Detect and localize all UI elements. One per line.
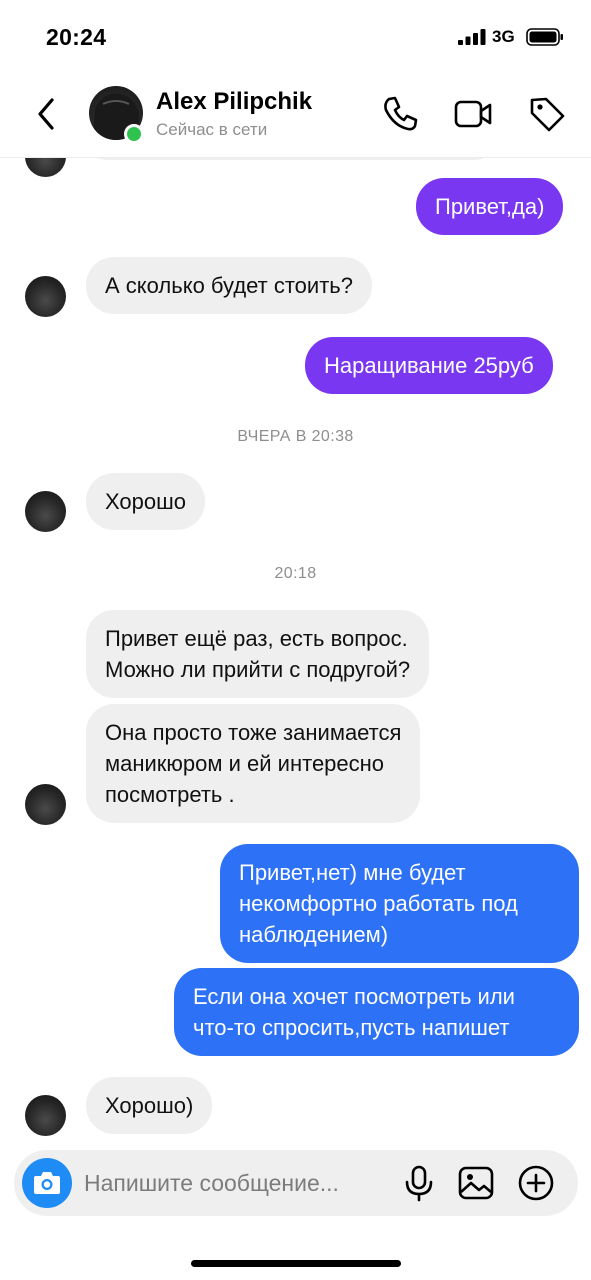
message-line: посмотреть .: [105, 782, 235, 807]
contact-mini-avatar[interactable]: [25, 1095, 66, 1136]
message-list[interactable]: Привет,да) А сколько будет стоить? Наращ…: [0, 158, 591, 1148]
message-incoming[interactable]: Привет ещё раз, есть вопрос. Можно ли пр…: [86, 610, 430, 698]
timestamp-divider: 20:18: [274, 565, 317, 582]
back-chevron-icon[interactable]: [30, 94, 64, 134]
message-incoming[interactable]: Хорошо): [86, 1077, 213, 1134]
message-text: Хорошо): [105, 1093, 194, 1118]
message-line: маникюром и ей интересно: [105, 751, 385, 776]
camera-button[interactable]: [22, 1158, 72, 1208]
signal-icon: [458, 29, 486, 45]
message-outgoing[interactable]: Привет,нет) мне будет некомфортно работа…: [220, 844, 579, 963]
microphone-icon[interactable]: [400, 1164, 438, 1202]
message-line: Привет ещё раз, есть вопрос.: [105, 626, 408, 651]
message-composer: [14, 1150, 578, 1216]
contact-mini-avatar[interactable]: [25, 491, 66, 532]
message-input[interactable]: [84, 1166, 384, 1200]
message-incoming[interactable]: Она просто тоже занимается маникюром и е…: [86, 704, 421, 823]
message-incoming[interactable]: А сколько будет стоить?: [86, 257, 372, 314]
message-line: Она просто тоже занимается: [105, 720, 402, 745]
contact-name[interactable]: Alex Pilipchik: [156, 88, 312, 116]
contact-mini-avatar[interactable]: [25, 784, 66, 825]
gallery-icon[interactable]: [457, 1164, 495, 1202]
message-line: Привет,нет) мне будет: [239, 860, 466, 885]
contact-mini-avatar[interactable]: [25, 158, 66, 177]
home-indicator: [191, 1260, 401, 1267]
message-outgoing[interactable]: Если она хочет посмотреть или что-то спр…: [174, 968, 579, 1056]
message-text: Хорошо: [105, 489, 187, 514]
message-text: Привет,да): [435, 194, 545, 219]
network-type: 3G: [492, 27, 515, 46]
contact-mini-avatar[interactable]: [25, 276, 66, 317]
message-line: наблюдением): [239, 922, 389, 947]
chat-header: Alex Pilipchik Сейчас в сети: [0, 72, 591, 158]
online-indicator: [124, 124, 144, 144]
message-outgoing[interactable]: Наращивание 25руб: [305, 337, 553, 394]
tag-icon[interactable]: [527, 94, 567, 134]
message-text: Наращивание 25руб: [324, 353, 534, 378]
message-line: что-то спросить,пусть напишет: [193, 1015, 510, 1040]
battery-icon: [526, 28, 563, 46]
message-text: А сколько будет стоить?: [105, 273, 353, 298]
timestamp-divider: ВЧЕРА В 20:38: [237, 428, 354, 445]
message-incoming[interactable]: Хорошо: [86, 473, 206, 530]
message-outgoing[interactable]: Привет,да): [416, 178, 564, 235]
status-time: 20:24: [46, 24, 107, 50]
camera-icon: [34, 1172, 60, 1194]
status-bar: 20:24 3G: [0, 0, 591, 72]
video-camera-icon[interactable]: [453, 94, 493, 134]
message-bubble-partial: [86, 158, 496, 160]
message-line: некомфортно работать под: [239, 891, 518, 916]
contact-status: Сейчас в сети: [156, 120, 268, 139]
message-line: Если она хочет посмотреть или: [193, 984, 515, 1009]
phone-icon[interactable]: [380, 94, 420, 134]
add-icon[interactable]: [517, 1164, 555, 1202]
message-line: Можно ли прийти с подругой?: [105, 657, 411, 682]
